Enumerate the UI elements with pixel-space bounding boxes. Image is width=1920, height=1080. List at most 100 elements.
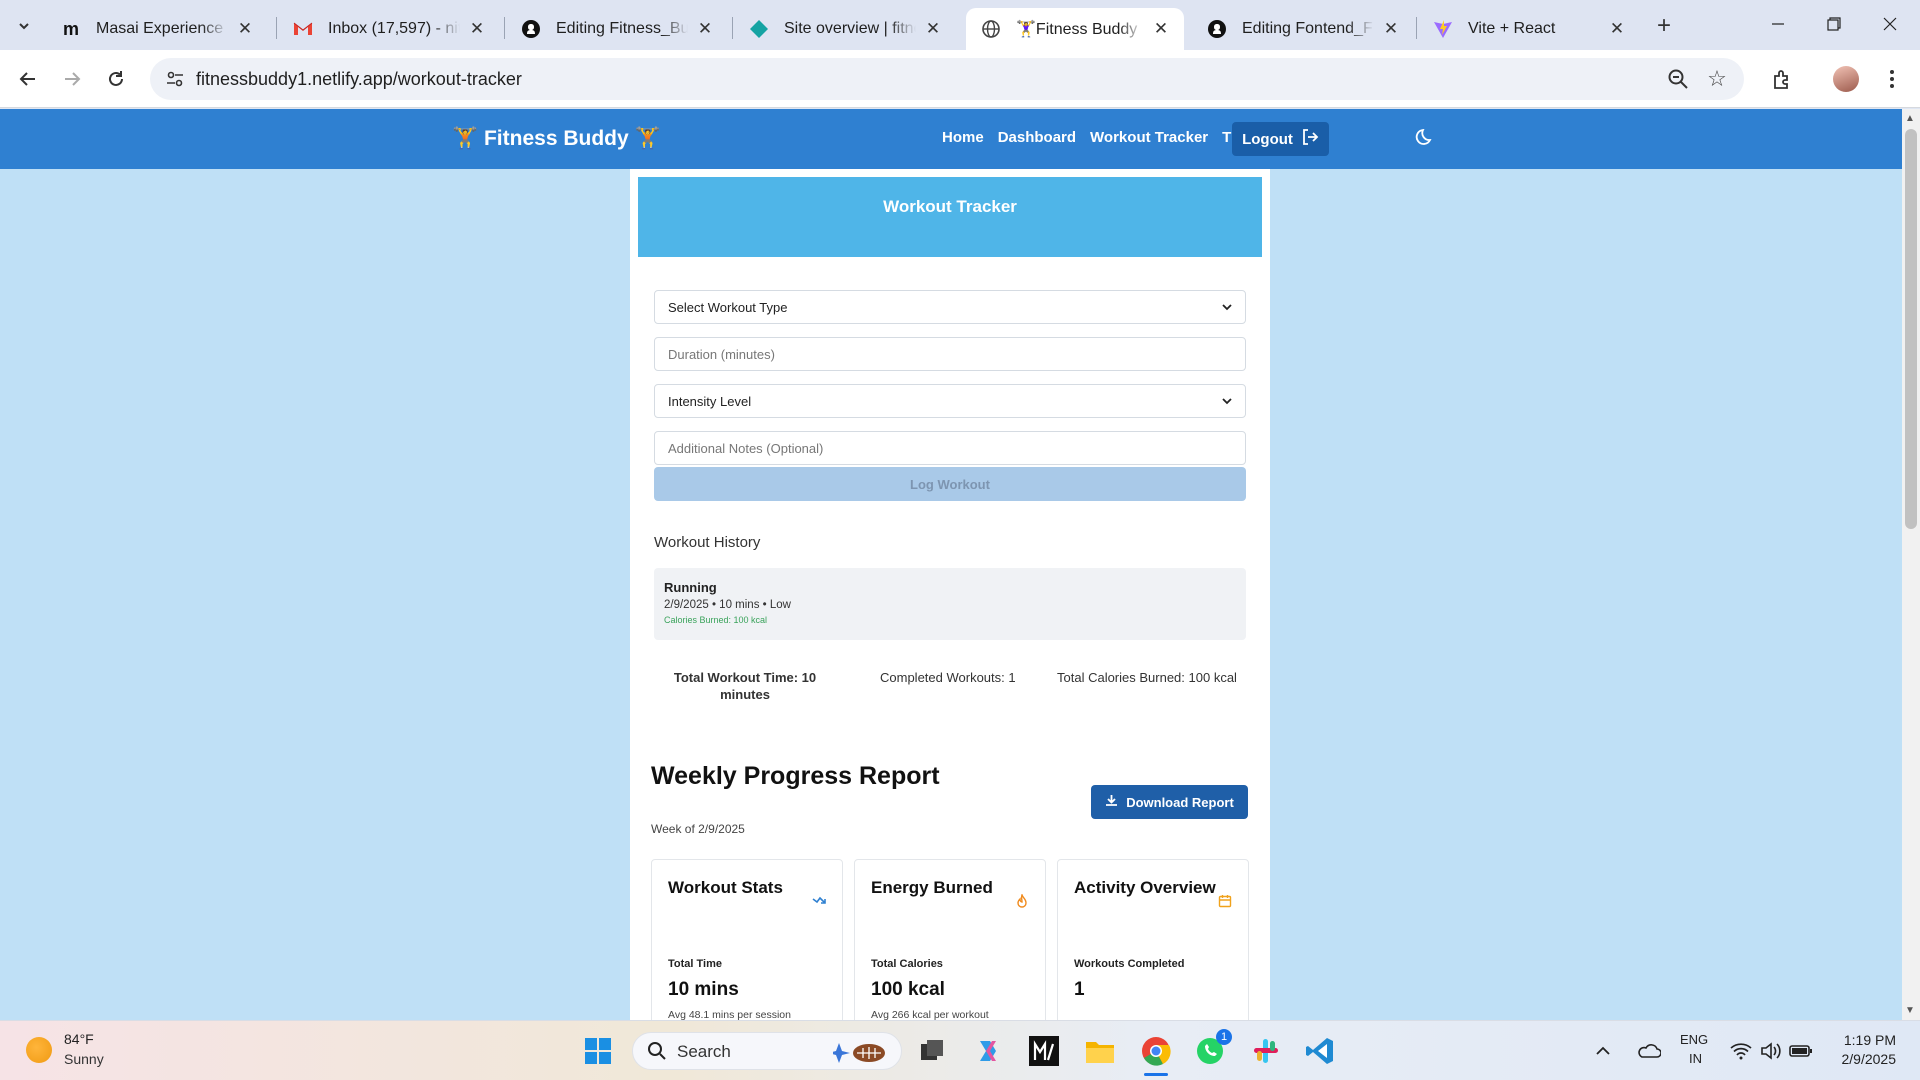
search-label: Search [677,1042,731,1061]
tab-netlify[interactable]: Site overview | fitness ✕ [734,8,956,50]
nav-workout-tracker[interactable]: Workout Tracker [1090,129,1208,146]
system-clock[interactable]: 1:19 PM 2/9/2025 [1842,1031,1897,1069]
logout-button[interactable]: Logout [1232,122,1329,156]
intensity-select[interactable]: Intensity Level [654,384,1246,418]
new-tab-icon[interactable]: + [1650,12,1678,40]
report-week: Week of 2/9/2025 [651,822,745,836]
masai-icon: m [62,18,79,39]
tray-overflow-icon[interactable] [1590,1033,1616,1069]
browser-menu-icon[interactable] [1876,63,1908,95]
tab-title: Vite + React [1468,20,1556,37]
tab-gmail[interactable]: Inbox (17,597) - nitac ✕ [278,8,500,50]
close-icon[interactable]: ✕ [466,18,488,40]
tab-github-fitness[interactable]: Editing Fitness_Buddy ✕ [506,8,728,50]
zoom-icon[interactable] [1666,67,1690,91]
file-explorer-icon[interactable] [1082,1033,1118,1069]
download-report-label: Download Report [1126,794,1234,810]
close-icon[interactable]: ✕ [1380,18,1402,40]
lang-bottom[interactable]: IN [1689,1051,1702,1066]
flame-icon [1015,892,1029,908]
netlify-icon [748,18,770,40]
download-report-button[interactable]: Download Report [1091,785,1248,819]
dark-mode-moon-icon[interactable] [1415,127,1439,151]
history-item: Running 2/9/2025 • 10 mins • Low Calorie… [654,568,1246,640]
tab-search-dropdown-icon[interactable] [10,12,38,40]
weather-condition[interactable]: Sunny [64,1051,104,1067]
logout-label: Logout [1242,130,1293,148]
reload-icon[interactable] [100,63,132,95]
workout-type-select[interactable]: Select Workout Type [654,290,1246,324]
close-icon[interactable]: ✕ [1150,18,1172,40]
whatsapp-badge: 1 [1216,1029,1232,1045]
close-icon[interactable]: ✕ [694,18,716,40]
tab-title: Inbox (17,597) - nitac [328,20,460,37]
onedrive-icon[interactable] [1632,1033,1666,1069]
battery-icon[interactable] [1786,1033,1816,1069]
stat-value: 10 mins [668,979,739,1000]
workout-type-value: Select Workout Type [668,299,788,315]
vscode-icon[interactable] [1302,1033,1338,1069]
brand-logo[interactable]: 🏋️ Fitness Buddy 🏋️ [452,127,661,151]
download-icon [1105,794,1118,810]
tab-title: 🏋️‍♀️Fitness Buddy [1016,21,1138,38]
address-bar[interactable]: fitnessbuddy1.netlify.app/workout-tracke… [150,58,1744,100]
history-workout-name: Running [664,580,717,595]
volume-icon[interactable] [1756,1033,1786,1069]
stat-value: 100 kcal [871,979,945,1000]
history-calories: Calories Burned: 100 kcal [664,615,768,625]
tracker-card: Workout Tracker Select Workout Type Dura… [630,169,1270,1020]
nav-home[interactable]: Home [942,129,984,146]
gmail-icon [292,18,314,40]
profile-avatar[interactable] [1830,63,1862,95]
site-settings-icon[interactable] [164,68,186,90]
page-scrollbar[interactable]: ▲ ▼ [1902,109,1920,1020]
chrome-icon[interactable] [1138,1033,1174,1076]
window-close-icon[interactable] [1868,8,1912,40]
scrollbar-thumb[interactable] [1905,129,1917,529]
restore-icon[interactable] [1812,8,1856,40]
nav-dashboard[interactable]: Dashboard [998,129,1076,146]
stat-sub: Avg 266 kcal per workout [871,1009,989,1020]
minimize-icon[interactable] [1756,8,1800,40]
close-icon[interactable]: ✕ [234,18,256,40]
windows-start-icon[interactable] [580,1033,616,1069]
tab-masai[interactable]: m Masai Experience ✕ [46,8,268,50]
scroll-down-icon[interactable]: ▼ [1905,1005,1915,1016]
weather-temp[interactable]: 84°F [64,1031,94,1047]
tab-title: Editing Fitness_Buddy [556,20,688,37]
search-icon [647,1041,667,1066]
tab-title: Site overview | fitness [784,20,916,37]
summary-calories: Total Calories Burned: 100 kcal [1057,670,1237,685]
tab-vite-react[interactable]: Vite + React ✕ [1418,8,1640,50]
wifi-icon[interactable] [1726,1033,1756,1069]
stat-card-workout: Workout Stats Total Time 10 mins Avg 48.… [651,859,843,1020]
tab-fitness-buddy[interactable]: 🏋️‍♀️Fitness Buddy ✕ [966,8,1184,50]
task-view-icon[interactable] [914,1033,950,1069]
bookmark-star-icon[interactable]: ☆ [1704,66,1730,92]
app-m-icon[interactable] [1026,1033,1062,1069]
chevron-down-icon [1222,394,1232,409]
forward-icon[interactable] [56,63,88,95]
tab-github-frontend[interactable]: Editing Fontend_Flan ✕ [1192,8,1414,50]
lang-top[interactable]: ENG [1680,1032,1708,1047]
notes-input[interactable]: Additional Notes (Optional) [654,431,1246,465]
stat-title: Activity Overview [1074,878,1216,897]
log-workout-button[interactable]: Log Workout [654,467,1246,501]
slack-icon[interactable] [1248,1033,1284,1069]
chart-icon [812,894,826,908]
back-icon[interactable] [12,63,44,95]
extensions-icon[interactable] [1766,63,1798,95]
copilot-icon[interactable] [970,1033,1006,1069]
scroll-up-icon[interactable]: ▲ [1905,113,1915,124]
tracker-header: Workout Tracker [638,177,1262,257]
taskbar-search[interactable]: Search [632,1032,902,1070]
close-icon[interactable]: ✕ [922,18,944,40]
globe-icon [980,18,1002,40]
whatsapp-icon[interactable]: 1 [1192,1029,1232,1069]
close-icon[interactable]: ✕ [1606,18,1628,40]
notes-placeholder: Additional Notes (Optional) [668,440,824,456]
stat-title: Workout Stats [668,878,783,897]
duration-input[interactable]: Duration (minutes) [654,337,1246,371]
sun-icon[interactable] [26,1037,52,1063]
stat-label: Total Time [668,958,722,970]
